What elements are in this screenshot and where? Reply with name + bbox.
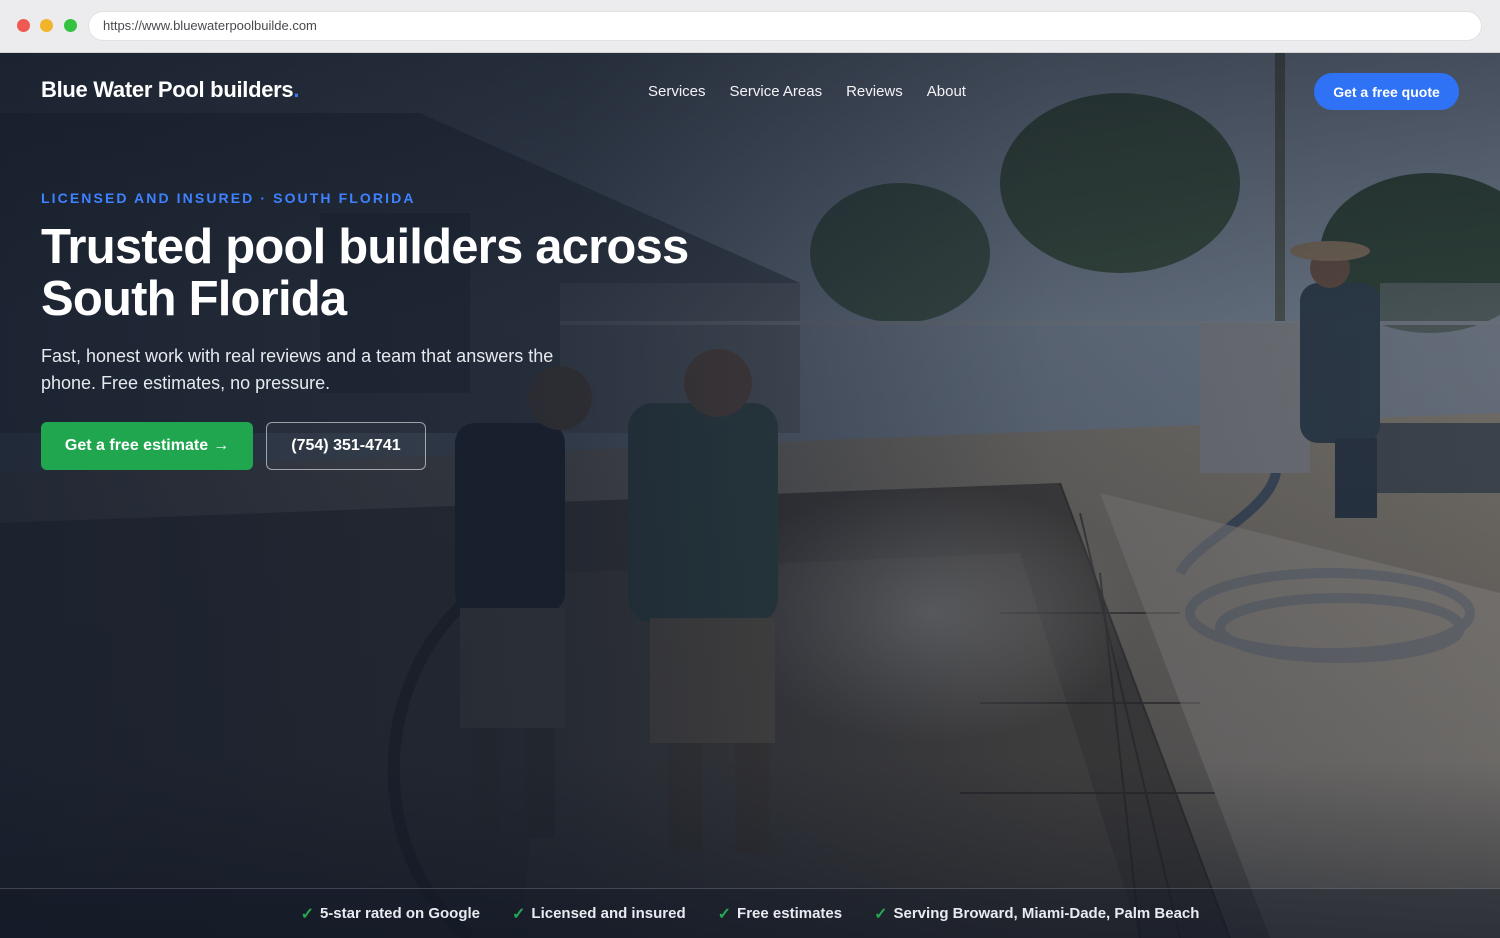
minimize-window-button[interactable]: [40, 19, 53, 32]
trust-item-label: Free estimates: [737, 905, 843, 922]
nav-service-areas[interactable]: Service Areas: [730, 83, 823, 100]
free-estimate-label: Get a free estimate: [64, 437, 209, 454]
check-icon: ✓: [300, 905, 314, 923]
hero-eyebrow: LICENSED AND INSURED · SOUTH FLORIDA: [41, 190, 416, 206]
hero-headline-line2: South Florida: [41, 272, 347, 326]
address-bar[interactable]: https://www.bluewaterpoolbuilde.com: [89, 12, 1481, 40]
nav-about[interactable]: About: [927, 83, 966, 100]
trust-item-label: 5-star rated on Google: [319, 905, 480, 922]
trust-item-areas: ✓ Serving Broward, Miami-Dade, Palm Beac…: [874, 904, 1199, 924]
logo-accent-dot: .: [293, 77, 300, 102]
hero-overlay-vertical: [0, 53, 1500, 938]
trust-bar: ✓ 5-star rated on Google ✓ Licensed and …: [0, 888, 1500, 938]
maximize-window-button[interactable]: [64, 19, 77, 32]
nav-reviews[interactable]: Reviews: [846, 83, 903, 100]
check-icon: ✓: [717, 905, 732, 923]
site-logo[interactable]: Blue Water Pool builders.: [41, 77, 299, 103]
nav-services[interactable]: Services: [648, 83, 706, 100]
check-icon: ✓: [512, 905, 526, 923]
trust-item-google: ✓ 5-star rated on Google: [301, 904, 480, 924]
free-estimate-button[interactable]: Get a free estimate →: [41, 422, 253, 470]
hero-section: Blue Water Pool builders. Services Servi…: [0, 53, 1500, 938]
hero-headline-line1: Trusted pool builders across: [41, 220, 689, 274]
main-nav: Services Service Areas Reviews About: [648, 83, 966, 100]
phone-button[interactable]: (754) 351-4741: [266, 422, 426, 470]
close-window-button[interactable]: [17, 19, 30, 32]
trust-item-licensed: ✓ Licensed and insured: [512, 904, 686, 924]
trust-item-label: Serving Broward, Miami-Dade, Palm Beach: [893, 905, 1200, 922]
hero-subtext: Fast, honest work with real reviews and …: [41, 346, 554, 393]
get-quote-button[interactable]: Get a free quote: [1314, 73, 1459, 110]
browser-chrome: https://www.bluewaterpoolbuilde.com: [0, 0, 1500, 53]
logo-text: Blue Water Pool builders: [41, 77, 294, 102]
arrow-right-icon: →: [213, 437, 230, 454]
check-icon: ✓: [874, 905, 888, 923]
trust-item-label: Licensed and insured: [531, 905, 686, 922]
hero-headline: Trusted pool builders across South Flori…: [41, 221, 741, 325]
address-bar-url: https://www.bluewaterpoolbuilde.com: [103, 18, 317, 33]
trust-item-estimates: ✓ Free estimates: [718, 904, 842, 924]
